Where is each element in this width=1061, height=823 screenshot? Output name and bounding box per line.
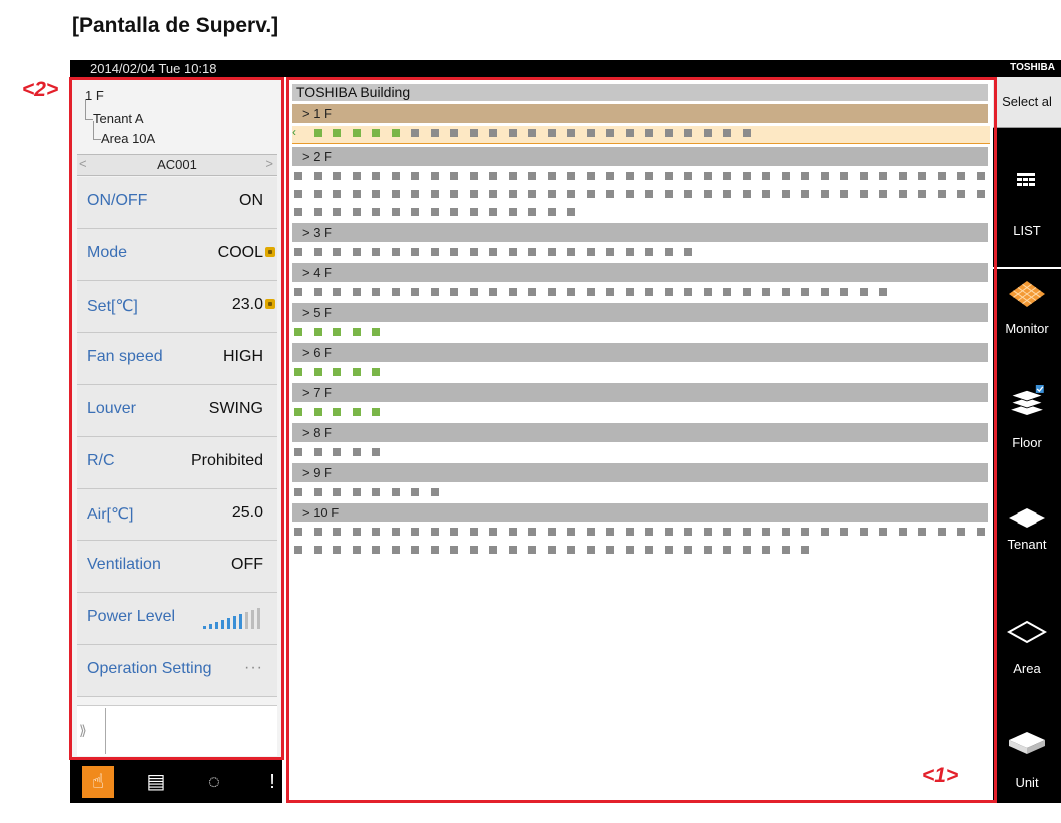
nav-floor-label: Floor <box>1012 435 1042 450</box>
monitor-grid-icon <box>1009 281 1045 307</box>
right-sidebar: Select al LIST Monitor Floor Tenant Area… <box>993 77 1061 803</box>
page-heading: [Pantalla de Superv.] <box>72 14 279 37</box>
alert-icon[interactable]: ! <box>256 766 288 798</box>
dotted-circle-icon[interactable]: ◌ <box>198 766 230 798</box>
list-view-button[interactable]: LIST <box>993 137 1061 269</box>
nav-unit[interactable]: Unit <box>993 713 1061 823</box>
nav-monitor[interactable]: Monitor <box>993 273 1061 383</box>
nav-area-label: Area <box>1013 661 1041 676</box>
nav-tenant-label: Tenant <box>1007 537 1047 552</box>
bottom-toolbar: ☝ ▤ ◌! <box>70 760 282 803</box>
callout-frame-main-area <box>286 77 997 803</box>
callout-label-1: <1> <box>922 764 959 787</box>
nav-monitor-label: Monitor <box>1005 321 1049 336</box>
tenant-icon <box>1009 508 1045 528</box>
brand-logo: TOSHIBA <box>1010 62 1055 73</box>
top-status-bar: 2014/02/04 Tue 10:18 TOSHIBA <box>70 60 1061 77</box>
list-label: LIST <box>1013 223 1041 238</box>
floor-layers-icon <box>1009 385 1045 415</box>
select-all-button[interactable]: Select al <box>993 77 1061 128</box>
nav-area[interactable]: Area <box>993 605 1061 715</box>
callout-label-2: <2> <box>22 78 59 101</box>
datetime-label: 2014/02/04 Tue 10:18 <box>90 61 217 76</box>
area-diamond-icon <box>1007 620 1047 644</box>
nav-tenant[interactable]: Tenant <box>993 493 1061 603</box>
document-list-icon[interactable]: ▤ <box>140 766 172 798</box>
list-icon <box>1017 173 1035 186</box>
unit-icon <box>1009 732 1045 754</box>
nav-unit-label: Unit <box>1015 775 1039 790</box>
nav-floor[interactable]: Floor <box>993 383 1061 493</box>
callout-frame-left-panel <box>69 77 284 760</box>
hand-pointer-icon[interactable]: ☝ <box>82 766 114 798</box>
